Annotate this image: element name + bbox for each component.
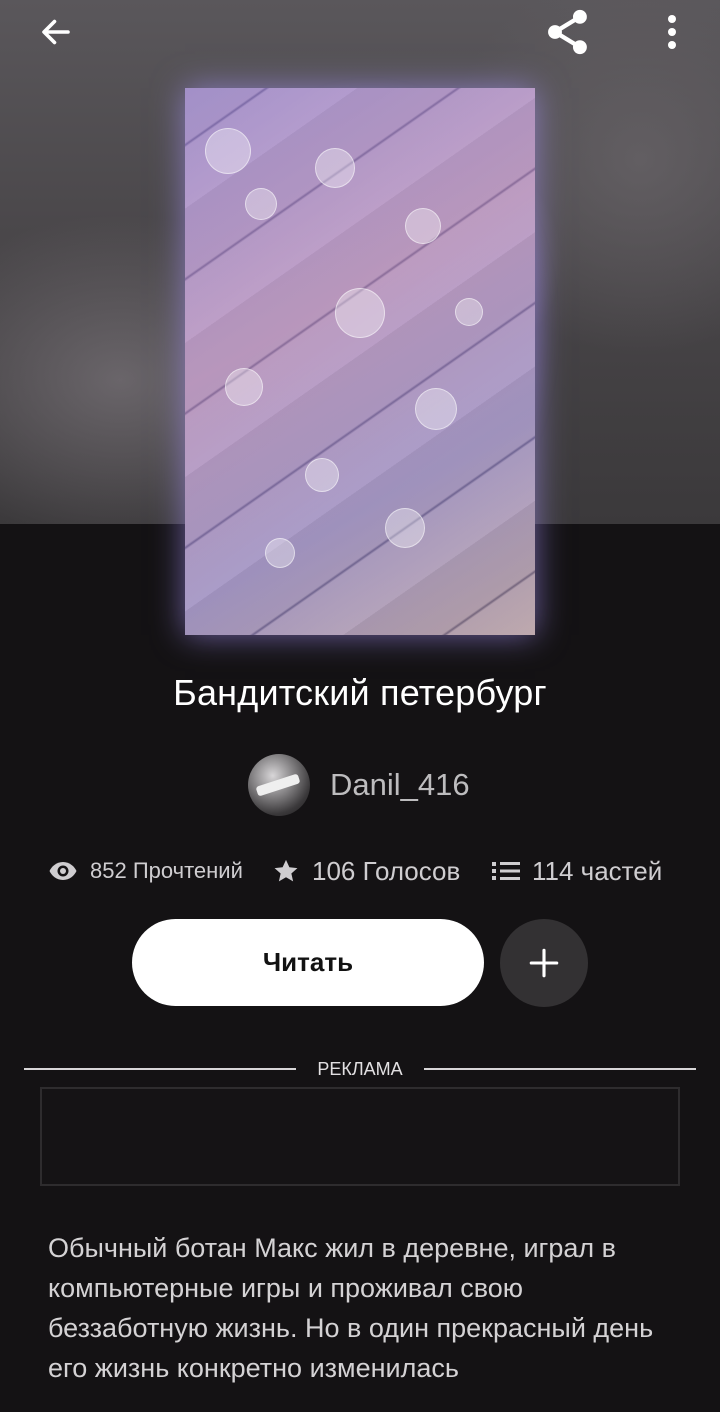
views-count: 852 Прочтений [90, 858, 243, 883]
sparkle-decoration [305, 458, 339, 492]
stat-parts: 114 частей [492, 848, 662, 894]
author-name[interactable]: Danil_416 [330, 767, 470, 803]
story-cover-image[interactable] [185, 88, 535, 635]
story-description: Обычный ботан Макс жил в деревне, играл … [48, 1233, 654, 1383]
list-icon [492, 862, 520, 880]
add-to-library-button[interactable] [500, 919, 588, 1007]
story-stats: 852 Прочтений 106 Голосов 114 частей [48, 848, 688, 894]
top-bar [0, 0, 720, 64]
sparkle-decoration [335, 288, 385, 338]
share-icon [548, 9, 587, 55]
ad-slot[interactable] [40, 1087, 680, 1186]
read-button[interactable]: Читать [132, 919, 484, 1006]
eye-icon [49, 862, 77, 880]
plus-icon [529, 948, 559, 978]
arrow-left-icon [42, 19, 70, 45]
votes-count: 106 Голосов [312, 855, 461, 886]
ad-divider-line [424, 1068, 696, 1070]
ad-divider: РЕКЛАМА [24, 1056, 696, 1082]
sparkle-decoration [405, 208, 441, 244]
star-icon [274, 859, 298, 882]
more-vertical-icon [668, 15, 676, 49]
sparkle-decoration [315, 148, 355, 188]
more-options-button[interactable] [650, 8, 694, 56]
sparkle-decoration [415, 388, 457, 430]
parts-count: 114 частей [532, 855, 663, 886]
sparkle-decoration [205, 128, 251, 174]
ad-divider-line [24, 1068, 296, 1070]
back-button[interactable] [28, 8, 84, 56]
sparkle-decoration [265, 538, 295, 568]
story-title: Бандитский петербург [173, 672, 547, 713]
stat-votes: 106 Голосов [272, 848, 460, 894]
stat-views: 852 Прочтений [48, 848, 243, 894]
sparkle-decoration [385, 508, 425, 548]
sparkle-decoration [455, 298, 483, 326]
author-avatar[interactable] [248, 754, 310, 816]
share-button[interactable] [536, 4, 600, 60]
ad-label: РЕКЛАМА [317, 1059, 403, 1079]
author-link[interactable]: Danil_416 [248, 754, 470, 816]
sparkle-decoration [225, 368, 263, 406]
story-details-page: Бандитский петербург Danil_416 852 Прочт… [0, 0, 720, 1412]
sparkle-decoration [245, 188, 277, 220]
